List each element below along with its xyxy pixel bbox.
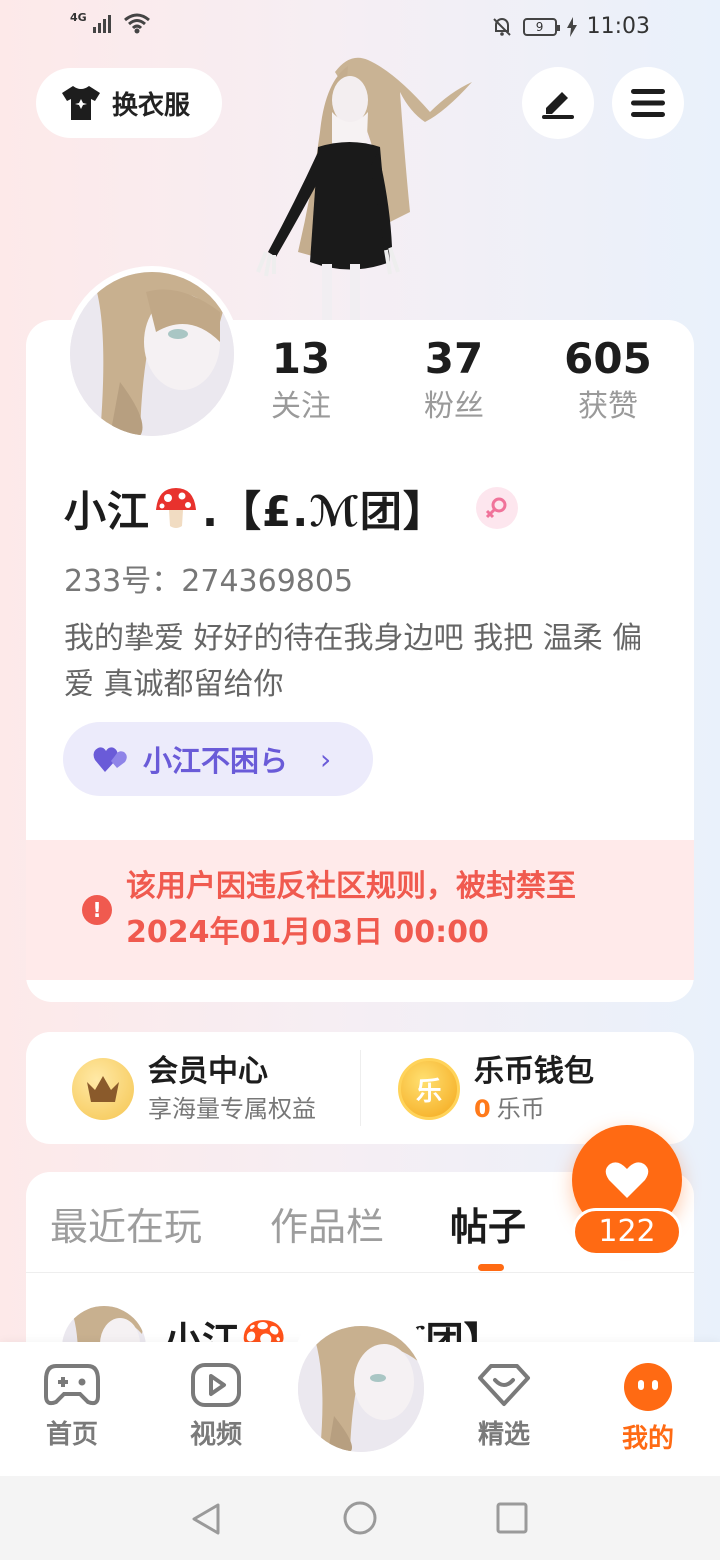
nav-center-avatar[interactable] [298, 1326, 424, 1452]
vip-divider [360, 1050, 361, 1126]
profile-avatar[interactable] [64, 266, 240, 442]
user-bio: 我的挚爱 好好的待在我身边吧 我把 温柔 偏爱 真诚都留给你 [64, 621, 643, 702]
change-outfit-label: 换衣服 [112, 90, 191, 121]
active-tab-indicator [478, 1264, 504, 1271]
hamburger-icon [631, 89, 665, 117]
character-avatar-illustration[interactable] [240, 52, 490, 322]
charging-icon [566, 16, 577, 37]
edit-profile-button[interactable] [522, 67, 594, 139]
nav-mine[interactable]: 我的 [598, 1362, 698, 1455]
tab-works[interactable]: 作品栏 [270, 1196, 384, 1251]
fans-label: 粉丝 [424, 389, 484, 424]
username-row: 小江 .【£.ℳ团】 [64, 478, 518, 538]
wifi-icon [123, 13, 150, 34]
vip-center-entry[interactable]: 会员中心 享海量专属权益 [72, 1048, 316, 1130]
nav-featured[interactable]: 精选 [454, 1362, 554, 1451]
recents-square-icon[interactable] [496, 1502, 528, 1534]
nav-home-label: 首页 [45, 1420, 98, 1450]
tab-recently-played[interactable]: 最近在玩 [50, 1196, 202, 1251]
change-outfit-button[interactable]: 换衣服 [36, 68, 222, 138]
wallet-amount: 0 [474, 1095, 491, 1123]
nav-video-label: 视频 [189, 1420, 242, 1450]
stat-likes[interactable]: 605 获赞 [543, 334, 673, 430]
home-circle-icon[interactable] [342, 1500, 378, 1536]
mute-bell-icon [492, 17, 511, 36]
like-count: 122 [572, 1208, 682, 1256]
username-suffix: .【£.ℳ团】 [202, 486, 446, 536]
status-left: 4G [70, 10, 151, 34]
stat-fans[interactable]: 37 粉丝 [389, 334, 519, 430]
fan-group-label: 小江不困ら [143, 744, 289, 778]
female-icon [475, 487, 518, 529]
wallet-balance: 0 乐币 [474, 1092, 594, 1126]
vip-subtitle: 享海量专属权益 [148, 1095, 316, 1123]
vip-title: 会员中心 [148, 1054, 268, 1089]
network-type: 4G [70, 10, 87, 24]
tshirt-icon [62, 86, 100, 120]
menu-button[interactable] [612, 67, 684, 139]
crown-icon [72, 1058, 134, 1120]
nav-mine-label: 我的 [621, 1424, 674, 1454]
fans-count: 37 [424, 334, 484, 383]
status-right: 9 11:03 [491, 14, 650, 39]
likes-count: 605 [564, 334, 652, 383]
nav-featured-label: 精选 [477, 1420, 530, 1450]
wallet-entry[interactable]: 乐 乐币钱包 0 乐币 [398, 1048, 594, 1130]
coin-icon: 乐 [398, 1058, 460, 1120]
signal-icon [92, 15, 111, 33]
pen-icon [542, 92, 574, 119]
gamepad-icon [44, 1364, 100, 1406]
username-prefix: 小江 [64, 486, 151, 536]
following-label: 关注 [271, 389, 331, 424]
system-nav-bar [0, 1476, 720, 1560]
user-id[interactable]: 233号：274369805 [64, 556, 353, 600]
tab-posts[interactable]: 帖子 [450, 1196, 526, 1251]
user-id-label: 233号： [64, 564, 182, 599]
battery-indicator: 9 [522, 17, 560, 36]
wallet-unit: 乐币 [496, 1095, 545, 1123]
nav-video[interactable]: 视频 [166, 1362, 266, 1451]
featured-icon [478, 1364, 530, 1406]
heart-icon [605, 1162, 649, 1198]
tab-divider [26, 1272, 694, 1273]
mushroom-icon [156, 488, 197, 528]
play-icon [191, 1363, 241, 1407]
ban-notice: ! 该用户因违反社区规则，被封禁至2024年01月03日 00:00 [26, 840, 694, 980]
following-count: 13 [271, 334, 331, 383]
likes-label: 获赞 [578, 389, 638, 424]
status-bar: 4G 9 11:03 [0, 0, 720, 56]
profile-face-icon [624, 1363, 672, 1411]
ban-notice-text: 该用户因违反社区规则，被封禁至2024年01月03日 00:00 [126, 869, 576, 950]
clock: 11:03 [586, 14, 650, 39]
warning-icon: ! [82, 895, 112, 925]
stat-following[interactable]: 13 关注 [236, 334, 366, 430]
chevron-right-icon: › [320, 742, 332, 776]
wallet-title: 乐币钱包 [474, 1054, 594, 1089]
nav-home[interactable]: 首页 [22, 1362, 122, 1451]
avatar-portrait [70, 272, 234, 436]
fan-group-chip[interactable]: 小江不困ら › [63, 722, 373, 796]
hearts-icon [93, 747, 127, 772]
back-icon[interactable] [190, 1502, 222, 1536]
user-id-value: 274369805 [181, 564, 354, 599]
